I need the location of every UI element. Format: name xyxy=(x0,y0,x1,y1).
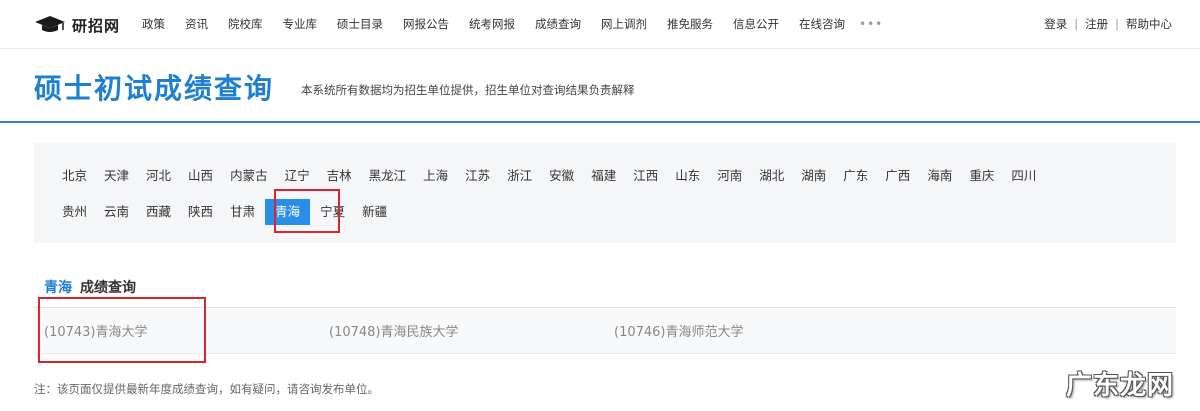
province-item[interactable]: 江苏 xyxy=(465,163,490,189)
province-item[interactable]: 上海 xyxy=(423,163,448,189)
nav-item[interactable]: 成绩查询 xyxy=(535,16,581,32)
province-selector: 北京 天津 河北 山西 内蒙古 辽宁 吉林 黑龙江 上海 江苏 浙江 安徽 福建… xyxy=(34,143,1176,243)
help-center-link[interactable]: 帮助中心 xyxy=(1126,16,1172,32)
nav-item[interactable]: 网上调剂 xyxy=(601,16,647,32)
province-item-active[interactable]: 青海 xyxy=(265,199,311,225)
nav-item[interactable]: 推免服务 xyxy=(667,16,713,32)
province-row: 北京 天津 河北 山西 内蒙古 辽宁 吉林 黑龙江 上海 江苏 浙江 安徽 福建… xyxy=(62,163,1053,189)
separator: | xyxy=(1115,17,1119,31)
login-link[interactable]: 登录 xyxy=(1044,16,1067,32)
footer-note: 注：该页面仅提供最新年度成绩查询，如有疑问，请咨询发布单位。 xyxy=(34,382,379,396)
province-item[interactable]: 山西 xyxy=(188,163,213,189)
university-list: (10743)青海大学 (10748)青海民族大学 (10746)青海师范大学 xyxy=(34,308,1176,354)
province-item[interactable]: 河南 xyxy=(717,163,742,189)
nav-item[interactable]: 专业库 xyxy=(283,16,318,32)
province-item[interactable]: 湖北 xyxy=(759,163,784,189)
province-item[interactable]: 吉林 xyxy=(327,163,352,189)
nav-item[interactable]: 资讯 xyxy=(185,16,208,32)
top-navigation-bar: 研招网 政策 资讯 院校库 专业库 硕士目录 网报公告 统考网报 成绩查询 网上… xyxy=(0,0,1200,49)
nav-item[interactable]: 统考网报 xyxy=(469,16,515,32)
nav-item[interactable]: 网报公告 xyxy=(403,16,449,32)
nav-item[interactable]: 院校库 xyxy=(228,16,263,32)
province-item[interactable]: 内蒙古 xyxy=(230,163,268,189)
graduation-cap-icon xyxy=(34,15,66,35)
province-item[interactable]: 江西 xyxy=(633,163,658,189)
province-item[interactable]: 天津 xyxy=(104,163,129,189)
nav-item[interactable]: 政策 xyxy=(142,16,165,32)
province-item[interactable]: 陕西 xyxy=(188,199,213,225)
results-province-name: 青海 xyxy=(44,280,72,296)
nav-item[interactable]: 信息公开 xyxy=(733,16,779,32)
results-heading-suffix: 成绩查询 xyxy=(80,280,136,296)
nav-item[interactable]: 硕士目录 xyxy=(337,16,383,32)
university-link[interactable]: (10748)青海民族大学 xyxy=(329,321,459,340)
province-item[interactable]: 山东 xyxy=(675,163,700,189)
title-band: 硕士初试成绩查询 本系统所有数据均为招生单位提供，招生单位对查询结果负责解释 xyxy=(0,50,1200,123)
more-menu-icon[interactable]: ••• xyxy=(859,17,883,31)
province-item[interactable]: 宁夏 xyxy=(320,199,345,225)
province-row: 贵州 云南 西藏 陕西 甘肃 青海 宁夏 新疆 xyxy=(62,199,404,225)
province-item[interactable]: 甘肃 xyxy=(230,199,255,225)
logo-text: 研招网 xyxy=(72,16,121,35)
province-item[interactable]: 贵州 xyxy=(62,199,87,225)
province-item[interactable]: 新疆 xyxy=(362,199,387,225)
province-item[interactable]: 湖南 xyxy=(801,163,826,189)
university-link[interactable]: (10743)青海大学 xyxy=(44,321,148,340)
site-logo[interactable]: 研招网 xyxy=(34,13,120,37)
province-item[interactable]: 河北 xyxy=(146,163,171,189)
province-item[interactable]: 安徽 xyxy=(549,163,574,189)
province-item[interactable]: 广西 xyxy=(885,163,910,189)
watermark: 广东龙网 xyxy=(1066,371,1175,401)
university-link[interactable]: (10746)青海师范大学 xyxy=(614,321,744,340)
nav-item[interactable]: 在线咨询 xyxy=(799,16,845,32)
province-item[interactable]: 辽宁 xyxy=(285,163,310,189)
province-item[interactable]: 浙江 xyxy=(507,163,532,189)
province-item[interactable]: 广东 xyxy=(843,163,868,189)
separator: | xyxy=(1074,17,1079,31)
province-item[interactable]: 海南 xyxy=(927,163,952,189)
register-link[interactable]: 注册 xyxy=(1085,16,1108,32)
main-nav: 政策 资讯 院校库 专业库 硕士目录 网报公告 统考网报 成绩查询 网上调剂 推… xyxy=(142,16,883,32)
user-links: 登录 | 注册 | 帮助中心 xyxy=(1044,16,1172,32)
results-heading: 青海 成绩查询 xyxy=(34,270,1176,308)
province-item[interactable]: 云南 xyxy=(104,199,129,225)
province-item[interactable]: 重庆 xyxy=(969,163,994,189)
page-title: 硕士初试成绩查询 xyxy=(34,72,275,105)
province-item[interactable]: 北京 xyxy=(62,163,87,189)
province-item[interactable]: 西藏 xyxy=(146,199,171,225)
province-item[interactable]: 黑龙江 xyxy=(369,163,407,189)
page-subtitle: 本系统所有数据均为招生单位提供，招生单位对查询结果负责解释 xyxy=(301,83,635,97)
province-item[interactable]: 四川 xyxy=(1011,163,1036,189)
province-item[interactable]: 福建 xyxy=(591,163,616,189)
